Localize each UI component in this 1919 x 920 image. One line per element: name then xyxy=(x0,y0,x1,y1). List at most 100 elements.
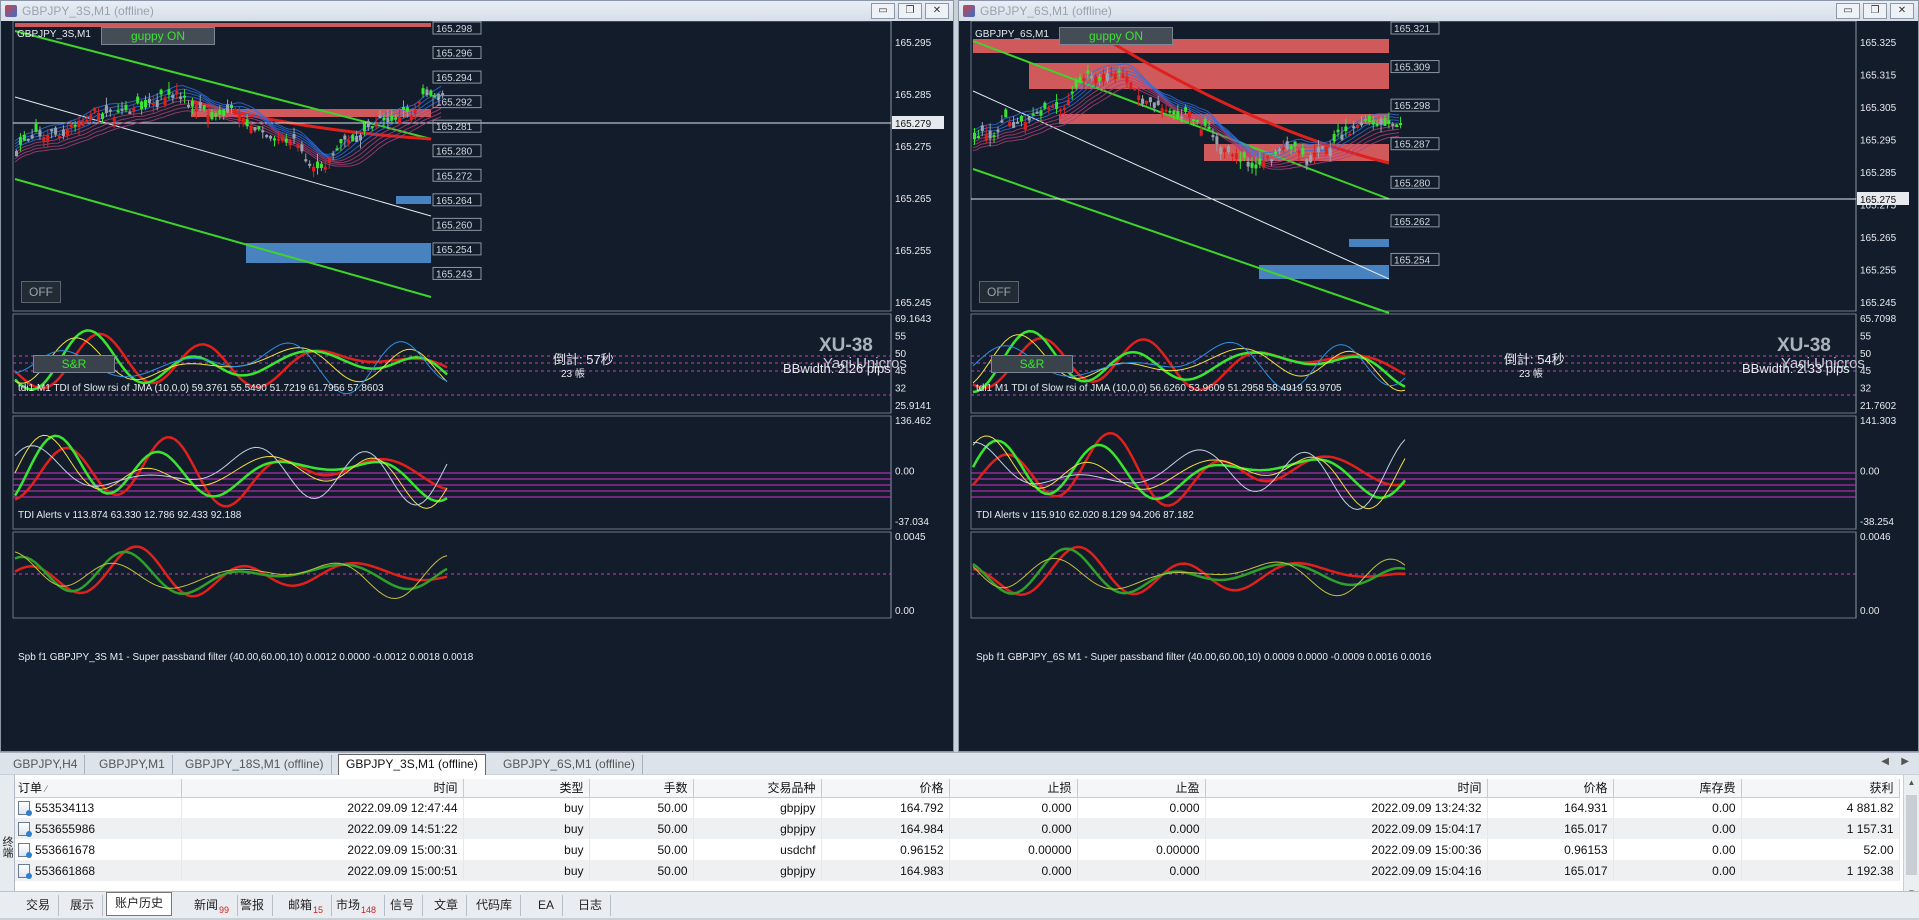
candle-body xyxy=(202,105,206,110)
chart-pane xyxy=(12,531,892,619)
table-cell: gbpjpy xyxy=(693,818,822,839)
col-header-close-price[interactable]: 价格 xyxy=(1487,779,1614,798)
table-row[interactable]: 553655986 2022.09.09 14:51:22 buy 50.00 gbpj… xyxy=(15,818,1900,839)
table-row[interactable]: 553661678 2022.09.09 15:00:31 buy 50.00 usdc… xyxy=(15,839,1900,860)
level-label: 165.243 xyxy=(436,269,473,280)
tab-scroll-left-icon[interactable]: ◀ xyxy=(1881,756,1889,767)
candle-body xyxy=(210,112,214,120)
terminal-tab[interactable]: 账户历史 xyxy=(106,892,173,916)
col-header-take-profit[interactable]: 止盈 xyxy=(1077,779,1206,798)
table-header-row: 订单 ⁄ 时间 类型 手数 交易品种 价格 止损 止盈 时间 价格 库存费 获利 xyxy=(15,779,1900,798)
minimize-button[interactable]: ▭ xyxy=(1836,3,1860,19)
off-button[interactable]: OFF xyxy=(21,281,61,303)
chart-pane xyxy=(970,531,1857,619)
candle-body xyxy=(284,138,288,143)
chart-window-gbpjpy-3s[interactable]: GBPJPY_3S,M1 (offline) ▭ ❐ ✕ 165.295 165.… xyxy=(0,0,954,752)
terminal-tab[interactable]: 交易 xyxy=(18,895,60,916)
off-button[interactable]: OFF xyxy=(979,281,1019,303)
candle-body xyxy=(1164,109,1168,112)
sr-button[interactable]: S&R xyxy=(33,355,115,373)
col-header-open-time[interactable]: 时间 xyxy=(181,779,464,798)
terminal-tab-badge: 99 xyxy=(219,905,230,915)
candle-body xyxy=(1133,88,1137,91)
terminal-tab[interactable]: 新闻99 xyxy=(186,895,239,916)
chart-window-gbpjpy-6s[interactable]: GBPJPY_6S,M1 (offline) ▭ ❐ ✕ 165.325 165.… xyxy=(958,0,1919,752)
terminal-tab[interactable]: 代码库 xyxy=(468,895,522,916)
guppy-toggle-button[interactable]: guppy ON xyxy=(101,27,215,45)
chart-tab-gbpjpy-3s[interactable]: GBPJPY_3S,M1 (offline) xyxy=(338,754,486,775)
candle-body xyxy=(1176,111,1180,119)
terminal-scrollbar[interactable]: ▲ ▼ xyxy=(1903,775,1919,905)
candle-body xyxy=(237,113,241,122)
candle-body xyxy=(1360,122,1363,126)
chart-tab-gbpjpy-18s[interactable]: GBPJPY_18S,M1 (offline) xyxy=(178,755,332,774)
cell-text: 553534113 xyxy=(35,800,95,815)
chart-tab-gbpjpy-6s[interactable]: GBPJPY_6S,M1 (offline) xyxy=(496,755,643,774)
candle-body xyxy=(1160,108,1164,113)
tab-scroll-right-icon[interactable]: ▶ xyxy=(1901,756,1909,767)
candle-body xyxy=(81,120,85,126)
candle-body xyxy=(1262,160,1266,168)
scroll-thumb[interactable] xyxy=(1906,795,1917,875)
candle-body xyxy=(179,96,183,100)
bbwidth-label: BBwidth: 2.26 pips xyxy=(783,361,891,376)
terminal-tab-badge: 15 xyxy=(313,905,324,915)
table-cell: 164.983 xyxy=(821,860,950,881)
spb-filter-label: Spb f1 GBPJPY_3S M1 - Super passband fil… xyxy=(18,652,474,663)
window-titlebar[interactable]: GBPJPY_6S,M1 (offline) ▭ ❐ ✕ xyxy=(959,1,1918,21)
table-row[interactable]: 553534113 2022.09.09 12:47:44 buy 50.00 gbpj… xyxy=(15,797,1900,818)
scroll-up-icon[interactable]: ▲ xyxy=(1904,775,1919,791)
candle-body xyxy=(108,109,112,112)
col-header-swap[interactable]: 库存费 xyxy=(1613,779,1742,798)
cell-text: 2022.09.09 15:04:17 xyxy=(1371,821,1482,836)
terminal-tab[interactable]: 警报 xyxy=(232,895,274,916)
guppy-toggle-button[interactable]: guppy ON xyxy=(1059,27,1173,45)
terminal-tab[interactable]: 日志 xyxy=(570,895,612,916)
cell-text: 0.00 xyxy=(1712,842,1736,857)
candle-body xyxy=(218,109,222,115)
col-header-profit[interactable]: 获利 xyxy=(1741,779,1900,798)
candle-body xyxy=(335,148,339,151)
col-header-open-price[interactable]: 价格 xyxy=(821,779,950,798)
col-header-lots[interactable]: 手数 xyxy=(589,779,694,798)
indicator-axis-label: 21.7602 xyxy=(1860,401,1897,412)
candle-body xyxy=(1266,156,1270,159)
price-axis-label: 165.275 xyxy=(895,142,932,153)
close-button[interactable]: ✕ xyxy=(925,3,949,19)
table-cell: 553534113 xyxy=(15,797,182,818)
col-header-type[interactable]: 类型 xyxy=(463,779,590,798)
candle-body xyxy=(241,117,245,125)
sr-button[interactable]: S&R xyxy=(991,355,1073,373)
col-header-order[interactable]: 订单 ⁄ xyxy=(15,779,182,798)
candle-body xyxy=(233,108,237,115)
cell-text: 2022.09.09 15:00:31 xyxy=(347,842,458,857)
sr-zone xyxy=(396,196,431,204)
minimize-button[interactable]: ▭ xyxy=(871,3,895,19)
terminal-tab[interactable]: 市场148 xyxy=(328,895,386,916)
chart-tab-gbpjpy-h4[interactable]: GBPJPY,H4 xyxy=(6,755,86,774)
candle-body xyxy=(269,135,273,139)
candle-body xyxy=(1242,152,1246,158)
maximize-button[interactable]: ❐ xyxy=(898,3,922,19)
candle-body xyxy=(1297,150,1301,154)
maximize-button[interactable]: ❐ xyxy=(1863,3,1887,19)
candle-body xyxy=(1254,164,1258,169)
candle-body xyxy=(1035,111,1039,114)
col-header-stop-loss[interactable]: 止损 xyxy=(949,779,1078,798)
candle-body xyxy=(144,99,147,108)
terminal-tab[interactable]: 邮箱15 xyxy=(280,895,333,916)
terminal-tab[interactable]: 展示 xyxy=(62,895,104,916)
window-titlebar[interactable]: GBPJPY_3S,M1 (offline) ▭ ❐ ✕ xyxy=(1,1,953,21)
table-cell: gbpjpy xyxy=(693,797,822,818)
table-cell: usdchf xyxy=(693,839,822,860)
col-header-close-time[interactable]: 时间 xyxy=(1205,779,1488,798)
terminal-tab[interactable]: 信号 xyxy=(382,895,424,916)
chart-tab-gbpjpy-m1[interactable]: GBPJPY,M1 xyxy=(92,755,173,774)
terminal-tab[interactable]: 文章 xyxy=(426,895,468,916)
table-cell: 0.00 xyxy=(1613,860,1742,881)
terminal-tab[interactable]: EA xyxy=(530,895,564,916)
close-button[interactable]: ✕ xyxy=(1890,3,1914,19)
col-header-symbol[interactable]: 交易品种 xyxy=(693,779,822,798)
table-row[interactable]: 553661868 2022.09.09 15:00:51 buy 50.00 gbpj… xyxy=(15,860,1900,881)
candle-body xyxy=(261,130,265,133)
